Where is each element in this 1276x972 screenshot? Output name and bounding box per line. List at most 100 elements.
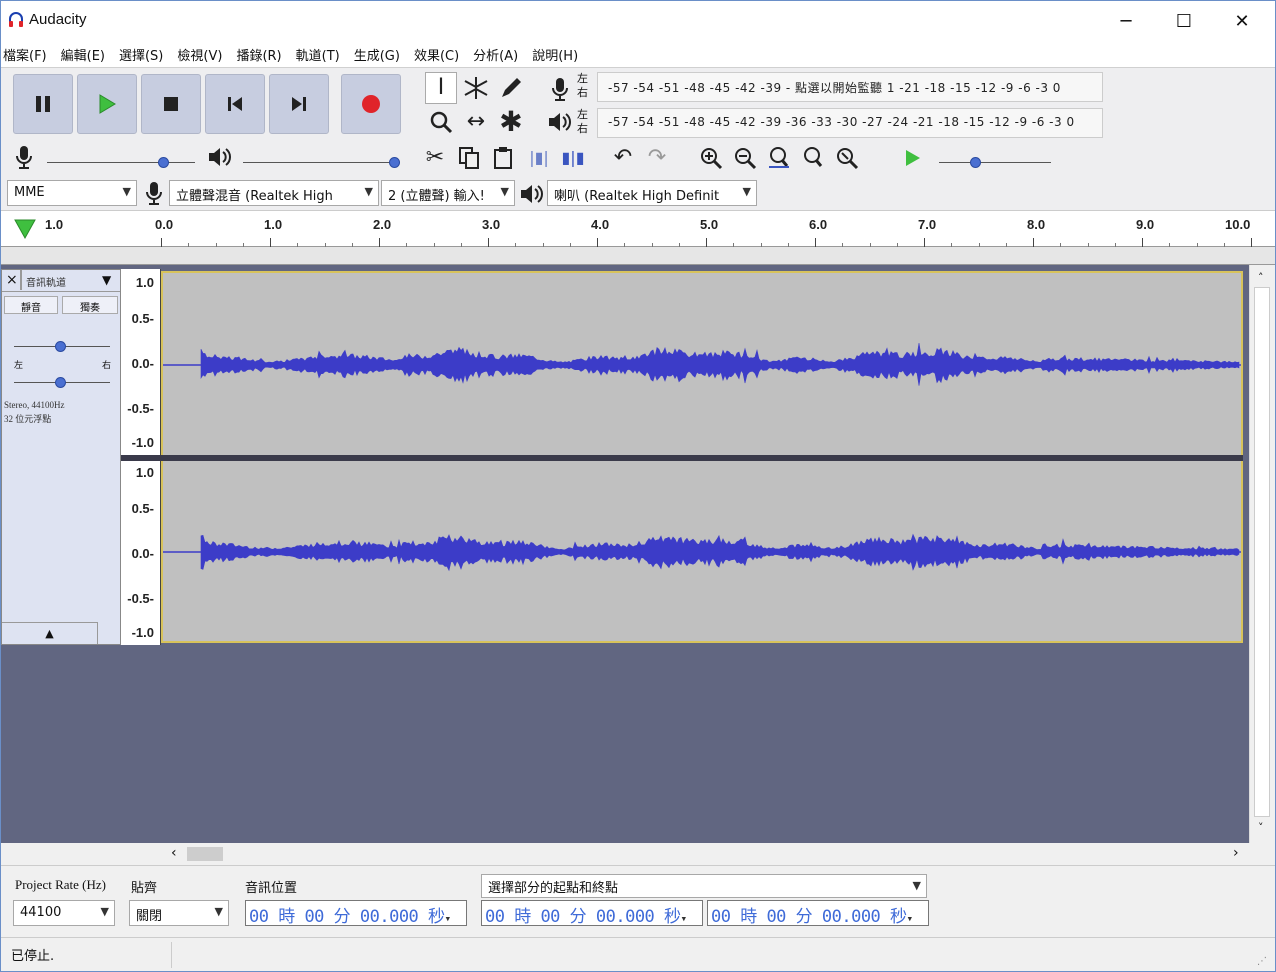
zoom-toggle-button[interactable]: [831, 142, 863, 174]
ruler-major-tick: [1033, 238, 1034, 247]
audio-host-value: MME: [14, 185, 45, 200]
menu-generate[interactable]: 生成(G): [354, 45, 410, 64]
paste-button[interactable]: [487, 142, 519, 174]
waveform-channel-right[interactable]: [161, 461, 1243, 643]
skip-to-start-button[interactable]: [205, 74, 265, 134]
stop-icon: [164, 97, 178, 111]
scroll-right-icon[interactable]: ›: [1233, 845, 1239, 861]
pause-button[interactable]: [13, 74, 73, 134]
playback-meter[interactable]: -57 -54 -51 -48 -45 -42 -39 -36 -33 -30 …: [597, 108, 1103, 138]
playback-device-select[interactable]: 喇叭 (Realtek High Definit ▼: [547, 180, 757, 206]
play-speed-thumb[interactable]: [970, 157, 981, 168]
minimize-button[interactable]: ─: [1097, 1, 1155, 41]
menu-file[interactable]: 檔案(F): [3, 45, 57, 64]
speaker-icon: [549, 113, 571, 131]
menu-view[interactable]: 檢視(V): [177, 45, 232, 64]
waveform-envelope: [200, 342, 1240, 386]
recording-volume-slider[interactable]: [47, 162, 195, 163]
ruler-major-tick: [1142, 238, 1143, 247]
track-pan-thumb[interactable]: [55, 377, 66, 388]
recording-volume-thumb[interactable]: [158, 157, 169, 168]
snap-select[interactable]: 關閉 ▼: [129, 900, 229, 926]
collapse-track-button[interactable]: ▲: [2, 622, 98, 644]
undo-button[interactable]: ↶: [607, 142, 639, 174]
project-rate-select[interactable]: 44100 ▼: [13, 900, 115, 926]
vertical-scroll-thumb[interactable]: [1254, 287, 1270, 817]
envelope-tool[interactable]: [460, 72, 492, 104]
track-menu-chevron-icon[interactable]: ▼: [102, 273, 111, 287]
recording-channels-select[interactable]: 2 (立體聲) 輸入! ▼: [381, 180, 515, 206]
selection-end-value: 00 時 00 分 00.000 秒: [711, 907, 907, 927]
horizontal-scroll-thumb[interactable]: [187, 847, 223, 861]
scroll-down-icon[interactable]: ˅: [1258, 821, 1264, 834]
menu-effect[interactable]: 效果(C): [414, 45, 469, 64]
vruler-ch2-label: -0.5-: [127, 591, 154, 606]
vruler-ch2-label: 0.5-: [131, 501, 154, 516]
time-format-dropdown-icon[interactable]: ▾: [445, 912, 452, 925]
mute-button[interactable]: 靜音: [4, 296, 58, 314]
track-format-line2: 32 位元浮點: [4, 414, 52, 424]
play-head-icon[interactable]: [13, 217, 37, 241]
play-button[interactable]: [77, 74, 137, 134]
menu-select[interactable]: 選擇(S): [119, 45, 173, 64]
track-gain-thumb[interactable]: [55, 341, 66, 352]
zoom-fit-icon: [804, 147, 823, 167]
scroll-left-icon[interactable]: ‹: [171, 845, 177, 861]
silence-icon: ▮|▮: [561, 148, 585, 167]
menu-help[interactable]: 說明(H): [532, 45, 588, 64]
track-name[interactable]: 音訊軌道: [26, 274, 66, 289]
fit-project-button[interactable]: [797, 142, 829, 174]
menu-transport[interactable]: 播錄(R): [236, 45, 291, 64]
menu-edit[interactable]: 編輯(E): [61, 45, 115, 64]
chevron-down-icon: ▼: [500, 185, 509, 198]
time-shift-tool[interactable]: ↔: [460, 106, 492, 138]
play-speed-slider[interactable]: [939, 162, 1051, 163]
play-icon: [99, 94, 116, 114]
resize-grip-icon[interactable]: ⋰: [1257, 956, 1267, 967]
menu-tracks[interactable]: 軌道(T): [296, 45, 350, 64]
solo-button[interactable]: 獨奏: [62, 296, 118, 314]
vruler-ch1-label: -1.0: [131, 435, 154, 450]
cut-button[interactable]: ✂: [419, 142, 451, 174]
selection-tool[interactable]: I: [425, 72, 457, 104]
waveform-channel-left[interactable]: [161, 271, 1243, 455]
skip-to-end-button[interactable]: [269, 74, 329, 134]
multi-tool[interactable]: ✱: [495, 106, 527, 138]
record-button[interactable]: [341, 74, 401, 134]
horizontal-scrollbar[interactable]: ‹ ›: [161, 843, 1249, 865]
trim-button[interactable]: |▮|: [523, 142, 555, 174]
recording-meter[interactable]: -57 -54 -51 -48 -45 -42 -39 - 點選以開始監聽 1 …: [597, 72, 1103, 102]
audio-position-time[interactable]: 00 時 00 分 00.000 秒▾: [245, 900, 467, 927]
play-at-speed-button[interactable]: [897, 142, 929, 174]
recording-meter-scale: -57 -54 -51 -48 -45 -42 -39 - 點選以開始監聽 1 …: [608, 81, 1061, 95]
selection-start-time[interactable]: 00 時 00 分 00.000 秒▾: [481, 900, 703, 927]
copy-button[interactable]: [453, 142, 485, 174]
zoom-tool[interactable]: [425, 106, 457, 138]
audio-host-select[interactable]: MME ▼: [7, 180, 137, 206]
maximize-button[interactable]: ☐: [1155, 1, 1213, 41]
playback-volume-slider[interactable]: [243, 162, 397, 163]
stop-button[interactable]: [141, 74, 201, 134]
zoom-out-button[interactable]: [729, 142, 761, 174]
vertical-scrollbar[interactable]: ˄ ˅: [1249, 265, 1275, 843]
selection-mode-select[interactable]: 選擇部分的起點和終點 ▼: [481, 874, 927, 898]
fit-selection-button[interactable]: [763, 142, 795, 174]
redo-button[interactable]: ↷: [641, 142, 673, 174]
status-text: 已停止.: [11, 949, 55, 964]
timeline-ruler[interactable]: 1.0 0.0 1.0 2.0 3.0 4.0 5.0 6.0 7.0 8.0 9.0 10.0: [1, 210, 1275, 247]
time-format-dropdown-icon[interactable]: ▾: [681, 912, 688, 925]
close-window-button[interactable]: ✕: [1213, 1, 1271, 41]
time-format-dropdown-icon[interactable]: ▾: [907, 912, 914, 925]
vruler-ch1-label: 1.0: [135, 275, 154, 290]
zoom-in-button[interactable]: [695, 142, 727, 174]
scroll-up-icon[interactable]: ˄: [1258, 271, 1264, 284]
silence-button[interactable]: ▮|▮: [557, 142, 589, 174]
draw-tool[interactable]: [495, 72, 527, 104]
menu-analyze[interactable]: 分析(A): [473, 45, 528, 64]
selection-end-time[interactable]: 00 時 00 分 00.000 秒▾: [707, 900, 929, 927]
playback-volume-thumb[interactable]: [389, 157, 400, 168]
recording-device-select[interactable]: 立體聲混音 (Realtek High ▼: [169, 180, 379, 206]
close-track-icon[interactable]: ×: [6, 272, 18, 288]
zoom-in-icon: [701, 148, 723, 170]
tracks-area[interactable]: × 音訊軌道 ▼ 靜音 獨奏 左 右 Stereo, 44100Hz 32 位元…: [1, 265, 1249, 843]
